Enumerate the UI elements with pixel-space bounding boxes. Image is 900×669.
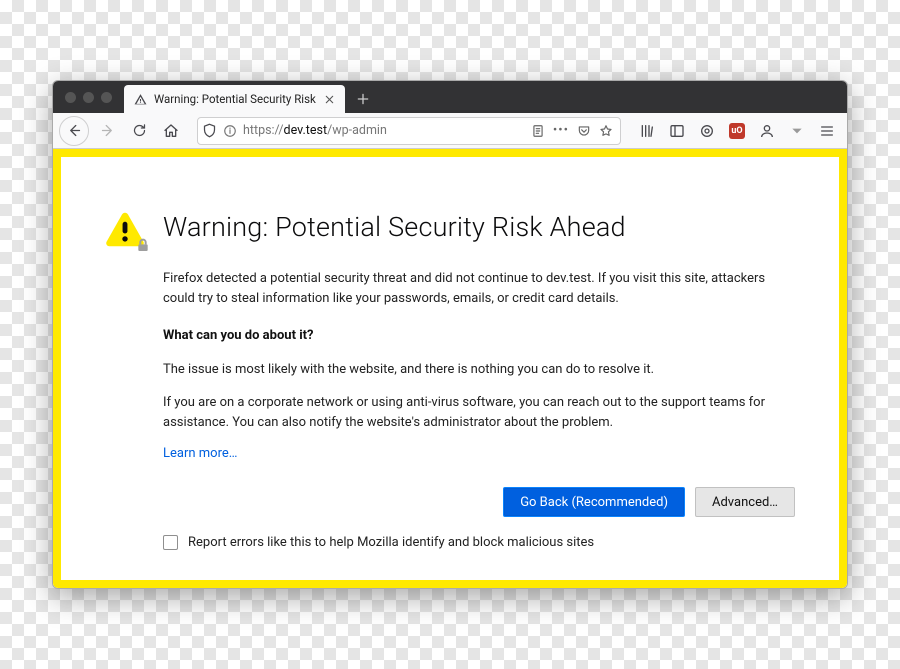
sync-icon[interactable]	[693, 117, 721, 145]
warning-subhead: What can you do about it?	[163, 326, 795, 346]
site-info-icon[interactable]	[223, 124, 237, 138]
window-controls	[61, 81, 118, 113]
warning-heading: Warning: Potential Security Risk Ahead	[163, 211, 626, 243]
back-button[interactable]	[59, 116, 89, 146]
address-bar[interactable]: https://dev.test/wp-admin •••	[197, 117, 621, 145]
tab-close-button[interactable]	[323, 92, 337, 106]
pocket-icon[interactable]	[577, 124, 591, 138]
page-viewport: Warning: Potential Security Risk Ahead F…	[53, 149, 847, 588]
window-minimize-dot[interactable]	[83, 92, 94, 103]
learn-more-link[interactable]: Learn more…	[163, 446, 237, 461]
tab-strip: Warning: Potential Security Risk	[53, 81, 847, 113]
profile-icon[interactable]	[753, 117, 781, 145]
browser-tab[interactable]: Warning: Potential Security Risk	[124, 85, 345, 113]
home-button[interactable]	[157, 117, 185, 145]
nav-toolbar: https://dev.test/wp-admin •••	[53, 113, 847, 149]
reload-button[interactable]	[125, 117, 153, 145]
report-checkbox[interactable]	[163, 535, 178, 550]
warning-p1: The issue is most likely with the websit…	[163, 360, 795, 380]
page-actions-icon[interactable]: •••	[553, 123, 569, 138]
reader-mode-icon[interactable]	[531, 124, 545, 138]
window-zoom-dot[interactable]	[101, 92, 112, 103]
warning-p2: If you are on a corporate network or usi…	[163, 393, 795, 432]
go-back-button[interactable]: Go Back (Recommended)	[503, 487, 685, 517]
forward-button	[93, 117, 121, 145]
overflow-chevron-icon[interactable]	[783, 117, 811, 145]
window-close-dot[interactable]	[65, 92, 76, 103]
warning-intro: Firefox detected a potential security th…	[163, 269, 795, 308]
tab-title: Warning: Potential Security Risk	[154, 92, 316, 106]
advanced-button[interactable]: Advanced…	[695, 487, 795, 517]
warning-triangle-icon	[134, 93, 147, 106]
security-warning-page: Warning: Potential Security Risk Ahead F…	[61, 157, 839, 580]
browser-window: Warning: Potential Security Risk	[52, 80, 848, 589]
lock-icon	[135, 237, 151, 253]
hamburger-menu-icon[interactable]	[813, 117, 841, 145]
warning-triangle-icon	[105, 211, 145, 247]
ublock-icon[interactable]: uO	[723, 117, 751, 145]
new-tab-button[interactable]	[349, 85, 377, 113]
sidebar-toggle-icon[interactable]	[663, 117, 691, 145]
report-label: Report errors like this to help Mozilla …	[188, 535, 594, 550]
library-icon[interactable]	[633, 117, 661, 145]
url-text: https://dev.test/wp-admin	[243, 123, 525, 138]
tracking-shield-icon[interactable]	[202, 123, 217, 138]
bookmark-star-icon[interactable]	[599, 124, 613, 138]
